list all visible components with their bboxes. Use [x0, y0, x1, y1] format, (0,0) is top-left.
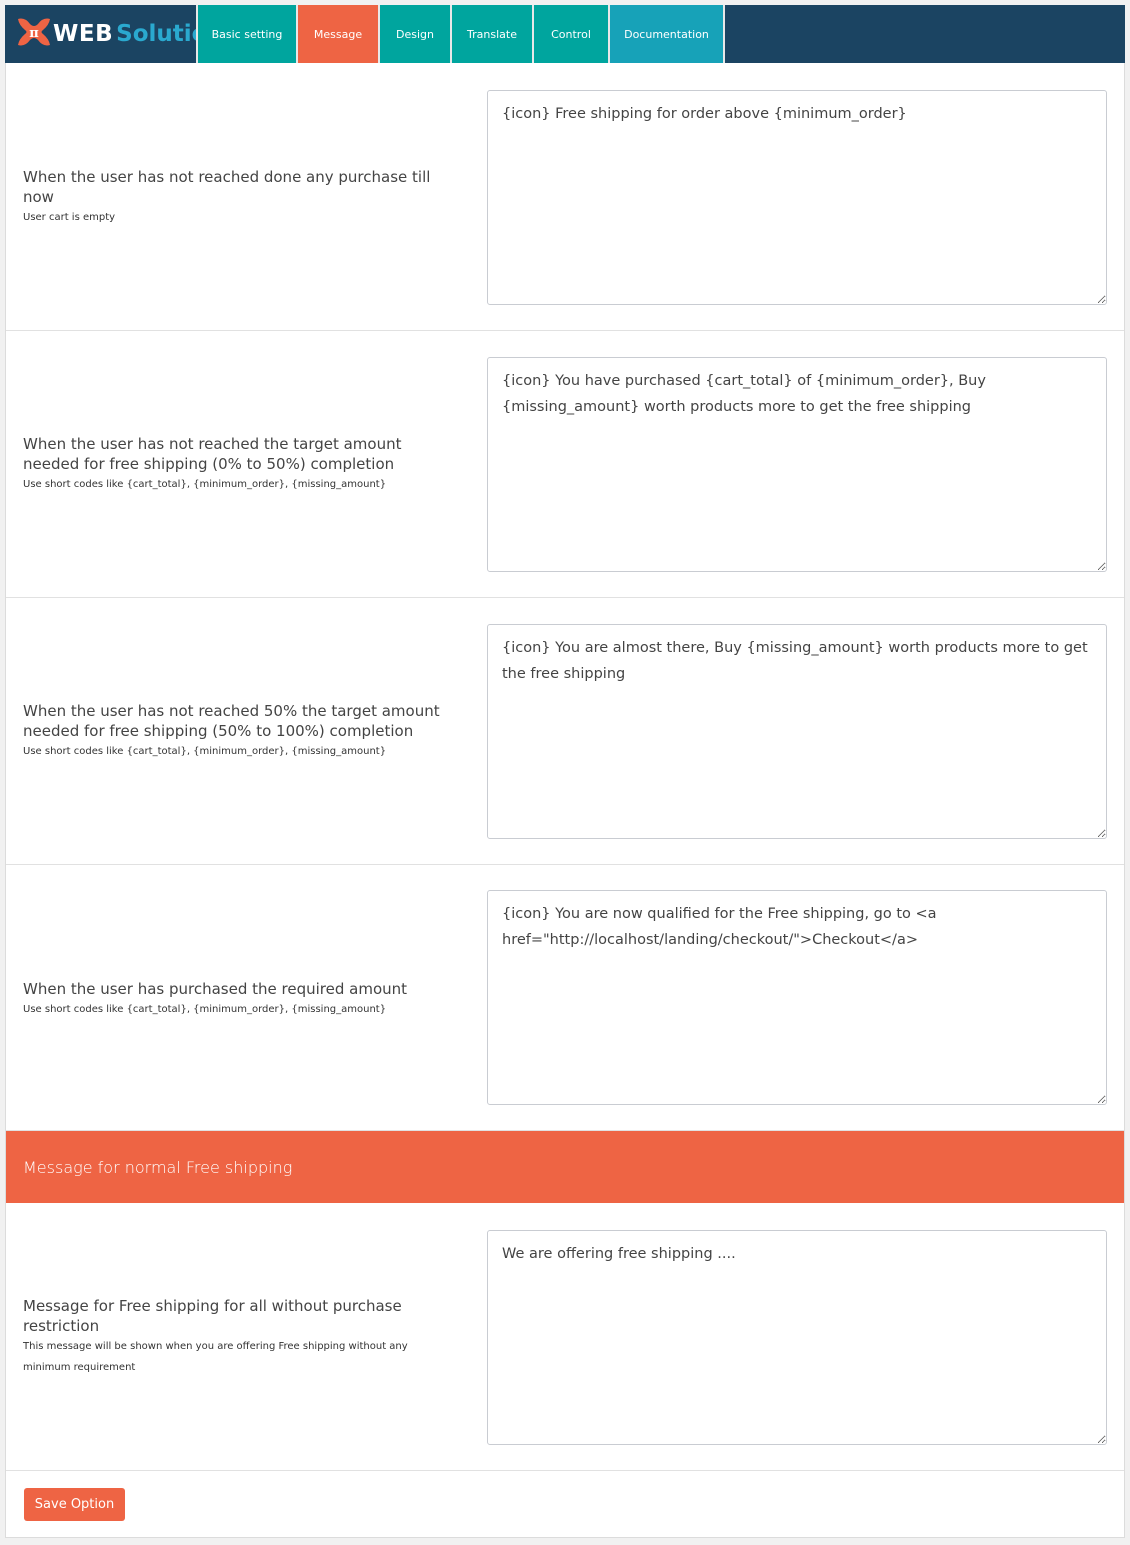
setting-label-group: When the user has not reached done any p…: [23, 167, 448, 228]
setting-row-free-shipping-all: Message for Free shipping for all withou…: [6, 1203, 1124, 1471]
setting-label: When the user has not reached done any p…: [23, 168, 431, 206]
setting-row-qualified: When the user has purchased the required…: [6, 865, 1124, 1131]
setting-row-empty-cart: When the user has not reached done any p…: [6, 63, 1124, 331]
setting-label-group: When the user has purchased the required…: [23, 979, 448, 1020]
setting-label-group: When the user has not reached 50% the ta…: [23, 701, 448, 762]
svg-text:π: π: [29, 26, 39, 41]
message-textarea-free-shipping-all[interactable]: [487, 1230, 1107, 1445]
setting-row-0-50: When the user has not reached the target…: [6, 331, 1124, 598]
setting-hint: Use short codes like {cart_total}, {mini…: [23, 1004, 387, 1015]
tab-message[interactable]: Message: [296, 5, 378, 63]
message-textarea-empty-cart[interactable]: [487, 90, 1107, 305]
tab-documentation[interactable]: Documentation: [608, 5, 725, 63]
message-textarea-50-100[interactable]: [487, 624, 1107, 839]
setting-hint: Use short codes like {cart_total}, {mini…: [23, 479, 387, 490]
message-settings-panel: When the user has not reached done any p…: [5, 63, 1125, 1538]
pi-x-logo-icon: π: [16, 16, 52, 53]
top-nav-bar: π WEB Solution Basic setting Message Des…: [5, 5, 1125, 63]
setting-hint: This message will be shown when you are …: [23, 1341, 408, 1373]
message-textarea-qualified[interactable]: [487, 890, 1107, 1105]
brand-logo[interactable]: π WEB Solution: [5, 5, 224, 63]
setting-label-group: Message for Free shipping for all withou…: [23, 1296, 448, 1378]
setting-label: When the user has not reached the target…: [23, 435, 402, 473]
tab-design[interactable]: Design: [378, 5, 450, 63]
section-header-normal-free-shipping: Message for normal Free shipping: [6, 1131, 1124, 1203]
setting-hint: User cart is empty: [23, 212, 116, 223]
setting-hint: Use short codes like {cart_total}, {mini…: [23, 746, 387, 757]
setting-label: Message for Free shipping for all withou…: [23, 1297, 402, 1335]
brand-name-web: WEB: [53, 21, 114, 47]
setting-label: When the user has purchased the required…: [23, 980, 408, 998]
main-tabs: Basic setting Message Design Translate C…: [196, 5, 725, 63]
tab-translate[interactable]: Translate: [450, 5, 532, 63]
tab-control[interactable]: Control: [532, 5, 608, 63]
setting-row-50-100: When the user has not reached 50% the ta…: [6, 598, 1124, 865]
message-textarea-0-50[interactable]: [487, 357, 1107, 572]
save-option-button[interactable]: Save Option: [24, 1488, 125, 1521]
setting-label-group: When the user has not reached the target…: [23, 434, 448, 495]
tab-basic-setting[interactable]: Basic setting: [196, 5, 296, 63]
setting-label: When the user has not reached 50% the ta…: [23, 702, 440, 740]
